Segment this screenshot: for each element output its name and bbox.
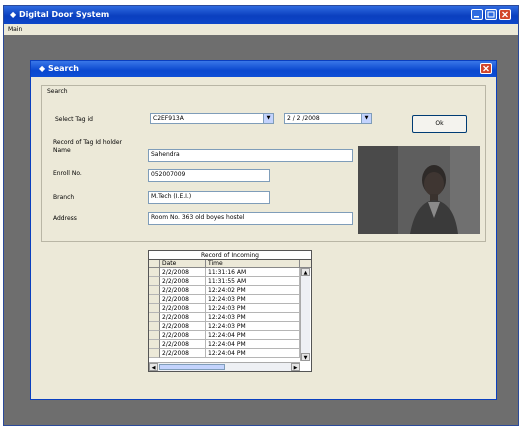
date-picker[interactable]: 2 / 2 /2008 ▼ bbox=[284, 113, 372, 124]
scroll-thumb[interactable] bbox=[159, 364, 225, 370]
cell-time: 12:24:04 PM bbox=[206, 331, 300, 340]
vertical-scrollbar[interactable]: ▲ ▼ bbox=[300, 268, 310, 361]
cell-time: 12:24:03 PM bbox=[206, 295, 300, 304]
grid-caption: Record of Incoming bbox=[149, 251, 311, 260]
main-window-title: ◆ Digital Door System bbox=[10, 10, 109, 19]
window-title-text: Digital Door System bbox=[18, 10, 110, 19]
enroll-label: Enroll No. bbox=[53, 170, 82, 177]
row-header[interactable] bbox=[149, 268, 160, 277]
tag-id-dropdown[interactable]: C2EF913A ▼ bbox=[150, 113, 274, 124]
incoming-records-grid[interactable]: Record of Incoming Date Time 2/2/2008 11:… bbox=[148, 250, 312, 372]
ok-button[interactable]: Ok bbox=[412, 115, 467, 133]
cell-date: 2/2/2008 bbox=[160, 268, 206, 277]
row-header[interactable] bbox=[149, 349, 160, 358]
row-header[interactable] bbox=[149, 295, 160, 304]
name-field[interactable]: Sahendra bbox=[148, 149, 353, 162]
table-row[interactable]: 2/2/2008 11:31:16 AM bbox=[149, 268, 311, 277]
name-label: Name bbox=[53, 147, 71, 154]
row-header[interactable] bbox=[149, 286, 160, 295]
scroll-down-icon[interactable]: ▼ bbox=[301, 353, 310, 361]
cell-date: 2/2/2008 bbox=[160, 304, 206, 313]
chevron-down-icon[interactable]: ▼ bbox=[263, 114, 273, 123]
tag-id-value: C2EF913A bbox=[153, 115, 184, 122]
cell-date: 2/2/2008 bbox=[160, 322, 206, 331]
dialog-title-text: Search bbox=[47, 64, 79, 73]
menu-bar: Main bbox=[4, 24, 518, 35]
app-icon: ◆ bbox=[10, 10, 19, 19]
scroll-left-icon[interactable]: ◀ bbox=[149, 363, 158, 371]
date-value: 2 / 2 /2008 bbox=[287, 115, 320, 122]
row-header[interactable] bbox=[149, 304, 160, 313]
table-row[interactable]: 2/2/2008 12:24:02 PM bbox=[149, 286, 311, 295]
cell-time: 12:24:02 PM bbox=[206, 286, 300, 295]
holder-photo bbox=[358, 146, 480, 234]
header-corner bbox=[149, 260, 160, 268]
main-title-bar[interactable]: ◆ Digital Door System bbox=[4, 6, 518, 24]
column-header-date[interactable]: Date bbox=[160, 260, 206, 268]
grid-header: Date Time bbox=[149, 260, 311, 268]
address-label: Address bbox=[53, 215, 77, 222]
branch-field[interactable]: M.Tech (I.E.I.) bbox=[148, 191, 270, 204]
cell-date: 2/2/2008 bbox=[160, 349, 206, 358]
cell-date: 2/2/2008 bbox=[160, 313, 206, 322]
cell-time: 12:24:04 PM bbox=[206, 349, 300, 358]
address-field[interactable]: Room No. 363 old boyes hostel bbox=[148, 212, 353, 225]
cell-time: 11:31:55 AM bbox=[206, 277, 300, 286]
cell-date: 2/2/2008 bbox=[160, 340, 206, 349]
cell-date: 2/2/2008 bbox=[160, 286, 206, 295]
horizontal-scrollbar[interactable]: ◀ ▶ bbox=[149, 362, 300, 371]
cell-time: 12:24:03 PM bbox=[206, 304, 300, 313]
cell-time: 12:24:04 PM bbox=[206, 340, 300, 349]
cell-time: 12:24:03 PM bbox=[206, 313, 300, 322]
enroll-field[interactable]: 052007009 bbox=[148, 169, 270, 182]
cell-time: 11:31:16 AM bbox=[206, 268, 300, 277]
enroll-value: 052007009 bbox=[151, 171, 186, 178]
row-header[interactable] bbox=[149, 277, 160, 286]
table-row[interactable]: 2/2/2008 12:24:03 PM bbox=[149, 295, 311, 304]
menu-item-main[interactable]: Main bbox=[8, 26, 22, 33]
maximize-icon[interactable] bbox=[485, 9, 497, 20]
table-row[interactable]: 2/2/2008 12:24:03 PM bbox=[149, 304, 311, 313]
branch-label: Branch bbox=[53, 194, 75, 201]
close-icon[interactable] bbox=[499, 9, 511, 20]
column-header-time[interactable]: Time bbox=[206, 260, 300, 268]
table-row[interactable]: 2/2/2008 12:24:03 PM bbox=[149, 313, 311, 322]
address-value: Room No. 363 old boyes hostel bbox=[151, 214, 245, 221]
table-row[interactable]: 2/2/2008 12:24:04 PM bbox=[149, 349, 311, 358]
dialog-close-icon[interactable] bbox=[480, 63, 492, 74]
cell-date: 2/2/2008 bbox=[160, 295, 206, 304]
chevron-down-icon[interactable]: ▼ bbox=[361, 114, 371, 123]
table-row[interactable]: 2/2/2008 12:24:03 PM bbox=[149, 322, 311, 331]
dialog-title: ◆ Search bbox=[39, 64, 79, 73]
table-row[interactable]: 2/2/2008 12:24:04 PM bbox=[149, 331, 311, 340]
row-header[interactable] bbox=[149, 322, 160, 331]
select-tag-label: Select Tag id bbox=[55, 116, 93, 123]
dialog-title-bar[interactable]: ◆ Search bbox=[31, 61, 496, 77]
table-row[interactable]: 2/2/2008 11:31:55 AM bbox=[149, 277, 311, 286]
scroll-right-icon[interactable]: ▶ bbox=[291, 363, 300, 371]
app-icon: ◆ bbox=[39, 64, 48, 73]
row-header[interactable] bbox=[149, 313, 160, 322]
cell-time: 12:24:03 PM bbox=[206, 322, 300, 331]
table-row[interactable]: 2/2/2008 12:24:04 PM bbox=[149, 340, 311, 349]
branch-value: M.Tech (I.E.I.) bbox=[151, 193, 192, 200]
record-label: Record of Tag Id holder bbox=[53, 139, 122, 146]
search-group-label: Search bbox=[46, 88, 69, 95]
cell-date: 2/2/2008 bbox=[160, 277, 206, 286]
name-value: Sahendra bbox=[151, 151, 180, 158]
minimize-icon[interactable] bbox=[471, 9, 483, 20]
row-header[interactable] bbox=[149, 331, 160, 340]
cell-date: 2/2/2008 bbox=[160, 331, 206, 340]
row-header[interactable] bbox=[149, 340, 160, 349]
scroll-up-icon[interactable]: ▲ bbox=[301, 268, 310, 276]
